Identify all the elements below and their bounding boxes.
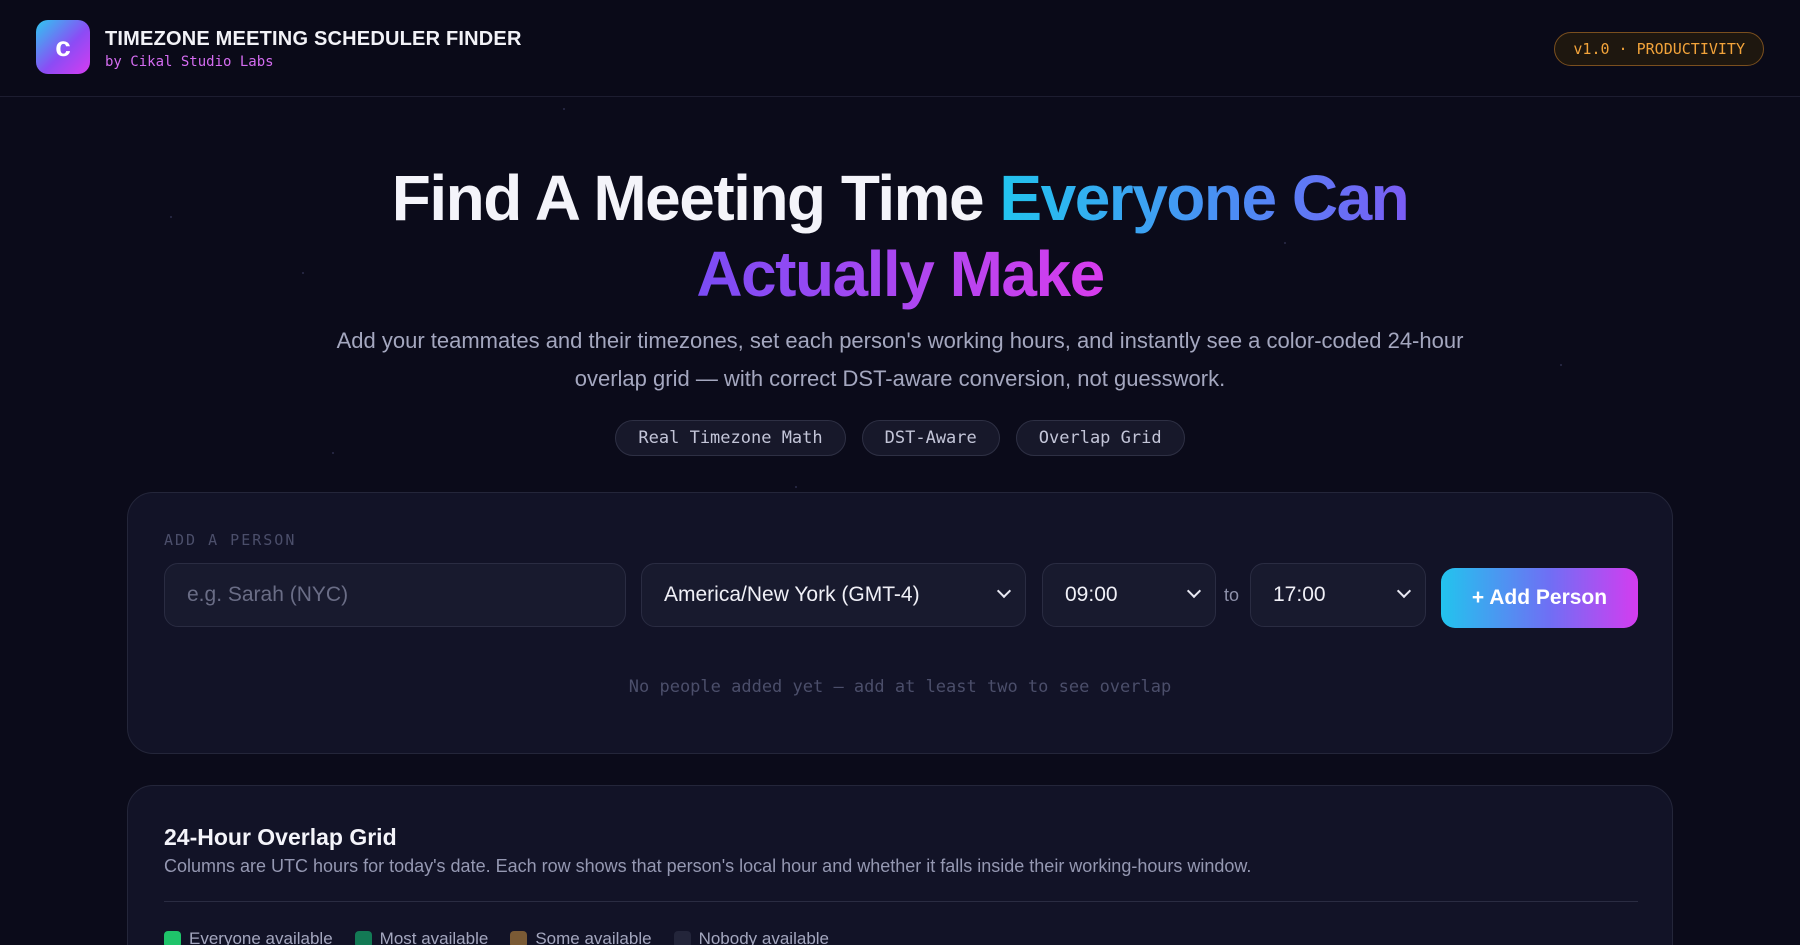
app-title: TIMEZONE MEETING SCHEDULER FINDER bbox=[105, 28, 522, 50]
overlap-grid-title: 24-Hour Overlap Grid bbox=[164, 824, 397, 850]
chevron-down-icon bbox=[996, 583, 1012, 599]
legend-item: Some available bbox=[510, 929, 652, 945]
start-time-value: 09:00 bbox=[1065, 583, 1118, 606]
hero-title-plain: Find A Meeting Time bbox=[391, 162, 1000, 234]
legend-label: Most available bbox=[379, 929, 489, 945]
person-name-input[interactable]: e.g. Sarah (NYC) bbox=[164, 563, 626, 627]
legend-label: Some available bbox=[535, 929, 652, 945]
feature-pill: Real Timezone Math bbox=[615, 420, 846, 456]
feature-pill: DST-Aware bbox=[861, 420, 1000, 456]
chevron-down-icon bbox=[1396, 583, 1412, 599]
version-badge: v1.0 · PRODUCTIVITY bbox=[1554, 32, 1764, 66]
person-name-placeholder: e.g. Sarah (NYC) bbox=[187, 583, 349, 606]
divider bbox=[164, 901, 1638, 902]
legend: Everyone available Most available Some a… bbox=[164, 929, 829, 945]
add-person-card: ADD A PERSON e.g. Sarah (NYC) America/Ne… bbox=[127, 492, 1673, 754]
background-star bbox=[795, 486, 797, 488]
background-star bbox=[563, 108, 565, 110]
chevron-down-icon bbox=[1186, 583, 1202, 599]
hero-title-highlight-b: Actually Make bbox=[696, 238, 1105, 310]
start-time-select[interactable]: 09:00 bbox=[1042, 563, 1216, 627]
hero-title: Find A Meeting Time Everyone Can Actuall… bbox=[0, 160, 1800, 312]
app-logo: c bbox=[36, 20, 90, 74]
legend-label: Everyone available bbox=[189, 929, 333, 945]
app-subtitle: by Cikal Studio Labs bbox=[105, 54, 274, 70]
legend-swatch-everyone bbox=[164, 930, 181, 945]
add-person-button[interactable]: + Add Person bbox=[1441, 568, 1638, 628]
legend-swatch-most bbox=[354, 930, 372, 945]
top-bar: c TIMEZONE MEETING SCHEDULER FINDER by C… bbox=[0, 0, 1800, 97]
legend-item: Most available bbox=[354, 929, 489, 945]
empty-state-message: No people added yet — add at least two t… bbox=[628, 677, 1172, 697]
feature-pill: Overlap Grid bbox=[1015, 420, 1185, 456]
background-star bbox=[1560, 364, 1562, 366]
to-label: to bbox=[1224, 585, 1240, 605]
timezone-select-value: America/New York (GMT-4) bbox=[664, 583, 920, 606]
legend-item: Nobody available bbox=[673, 929, 829, 945]
overlap-grid-card: 24-Hour Overlap Grid Columns are UTC hou… bbox=[127, 785, 1673, 945]
feature-pills: Real Timezone Math DST-Aware Overlap Gri… bbox=[0, 420, 1800, 456]
hero-title-highlight-a: Everyone Can bbox=[999, 162, 1409, 234]
legend-label: Nobody available bbox=[698, 929, 829, 945]
overlap-grid-description: Columns are UTC hours for today's date. … bbox=[164, 856, 1252, 876]
legend-swatch-nobody bbox=[673, 930, 691, 945]
hero-description: Add your teammates and their timezones, … bbox=[336, 328, 1464, 391]
legend-swatch-some bbox=[510, 930, 528, 945]
end-time-select[interactable]: 17:00 bbox=[1250, 563, 1426, 627]
timezone-select[interactable]: America/New York (GMT-4) bbox=[641, 563, 1026, 627]
end-time-value: 17:00 bbox=[1273, 583, 1326, 606]
legend-item: Everyone available bbox=[164, 929, 333, 945]
section-label: ADD A PERSON bbox=[164, 531, 297, 549]
